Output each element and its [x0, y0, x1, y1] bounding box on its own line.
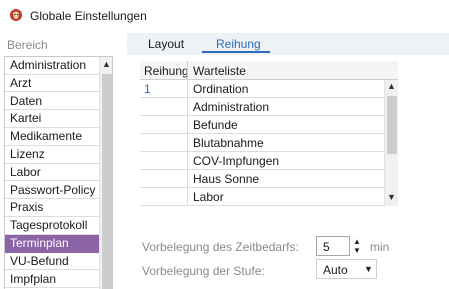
stufe-label: Vorbelegung der Stufe: [142, 264, 265, 278]
chevron-down-icon[interactable]: ▼ [364, 264, 373, 274]
table-row[interactable]: Befunde [140, 116, 384, 134]
cell-warteliste: Haus Sonne [193, 172, 260, 186]
cell-warteliste: Labor [193, 190, 224, 204]
cell-warteliste: Administration [193, 100, 270, 114]
scroll-down-arrow-icon[interactable]: ▼ [387, 192, 396, 202]
stepper-down-icon[interactable]: ▼ [353, 246, 361, 255]
tab-layout[interactable]: Layout [148, 37, 184, 51]
zeitbedarf-input[interactable]: 5 [316, 236, 350, 256]
sidebar-scrollbar[interactable]: ▲ [99, 57, 112, 289]
sidebar-item-vu-befund[interactable]: VU-Befund [5, 253, 99, 271]
window-title: Globale Einstellungen [30, 9, 147, 23]
column-header-reihung[interactable]: Reihung [144, 64, 189, 78]
cell-reihung [140, 152, 188, 170]
stufe-value: Auto [323, 263, 348, 277]
sidebar-item-impfplan[interactable]: Impfplan [5, 271, 99, 289]
table-header: Reihung Warteliste [140, 61, 398, 80]
cell-reihung [140, 98, 188, 116]
table-row[interactable]: Administration [140, 98, 384, 116]
sidebar-item-arzt[interactable]: Arzt [5, 75, 99, 93]
warteliste-table: Reihung Warteliste 1 Ordination Administ… [140, 61, 398, 206]
sidebar-list: Administration Arzt Daten Kartei Medikam… [4, 56, 113, 289]
cell-warteliste: COV-Impfungen [193, 154, 280, 168]
cell-warteliste: Blutabnahme [193, 136, 264, 150]
stufe-select[interactable]: Auto ▼ [316, 259, 377, 279]
column-header-warteliste[interactable]: Warteliste [193, 64, 246, 78]
scroll-up-arrow-icon[interactable]: ▲ [387, 81, 396, 91]
cell-reihung [140, 188, 188, 206]
sidebar-scroll-thumb[interactable] [102, 74, 112, 289]
sidebar-item-passwort-policy[interactable]: Passwort-Policy [5, 182, 99, 200]
zeitbedarf-value[interactable]: 5 [323, 240, 330, 254]
sidebar-item-kartei[interactable]: Kartei [5, 110, 99, 128]
app-logo-icon [10, 9, 22, 21]
title-bar: Globale Einstellungen [0, 0, 449, 31]
scroll-up-arrow-icon[interactable]: ▲ [102, 59, 111, 69]
table-row[interactable]: COV-Impfungen [140, 152, 384, 170]
table-row[interactable]: Blutabnahme [140, 134, 384, 152]
cell-warteliste: Ordination [193, 82, 249, 96]
table-scroll-thumb[interactable] [387, 96, 397, 154]
cell-reihung [140, 116, 188, 134]
sidebar-item-lizenz[interactable]: Lizenz [5, 146, 99, 164]
sidebar-item-tagesprotokoll[interactable]: Tagesprotokoll [5, 217, 99, 235]
cell-warteliste: Befunde [193, 118, 238, 132]
stepper-up-icon[interactable]: ▲ [353, 237, 361, 246]
column-divider [187, 61, 188, 80]
sidebar-item-terminplan[interactable]: Terminplan [5, 235, 99, 253]
zeitbedarf-label: Vorbelegung des Zeitbedarfs: [142, 240, 299, 254]
zeitbedarf-stepper[interactable]: ▲ ▼ [352, 236, 364, 256]
sidebar-item-praxis[interactable]: Praxis [5, 199, 99, 217]
sidebar-item-medikamente[interactable]: Medikamente [5, 128, 99, 146]
tab-reihung[interactable]: Reihung [216, 37, 261, 51]
sidebar-item-administration[interactable]: Administration [5, 57, 99, 75]
sidebar-item-daten[interactable]: Daten [5, 93, 99, 111]
table-row[interactable]: 1 Ordination [140, 80, 384, 98]
table-scrollbar[interactable]: ▲ ▼ [384, 80, 398, 206]
cell-reihung [140, 170, 188, 188]
cell-reihung [140, 134, 188, 152]
cell-reihung: 1 [140, 80, 188, 98]
sidebar-item-labor[interactable]: Labor [5, 164, 99, 182]
table-row[interactable]: Haus Sonne [140, 170, 384, 188]
table-row[interactable]: Labor [140, 188, 384, 206]
sidebar-header: Bereich [7, 38, 48, 52]
zeitbedarf-unit: min [370, 240, 390, 254]
active-tab-indicator [202, 51, 270, 53]
